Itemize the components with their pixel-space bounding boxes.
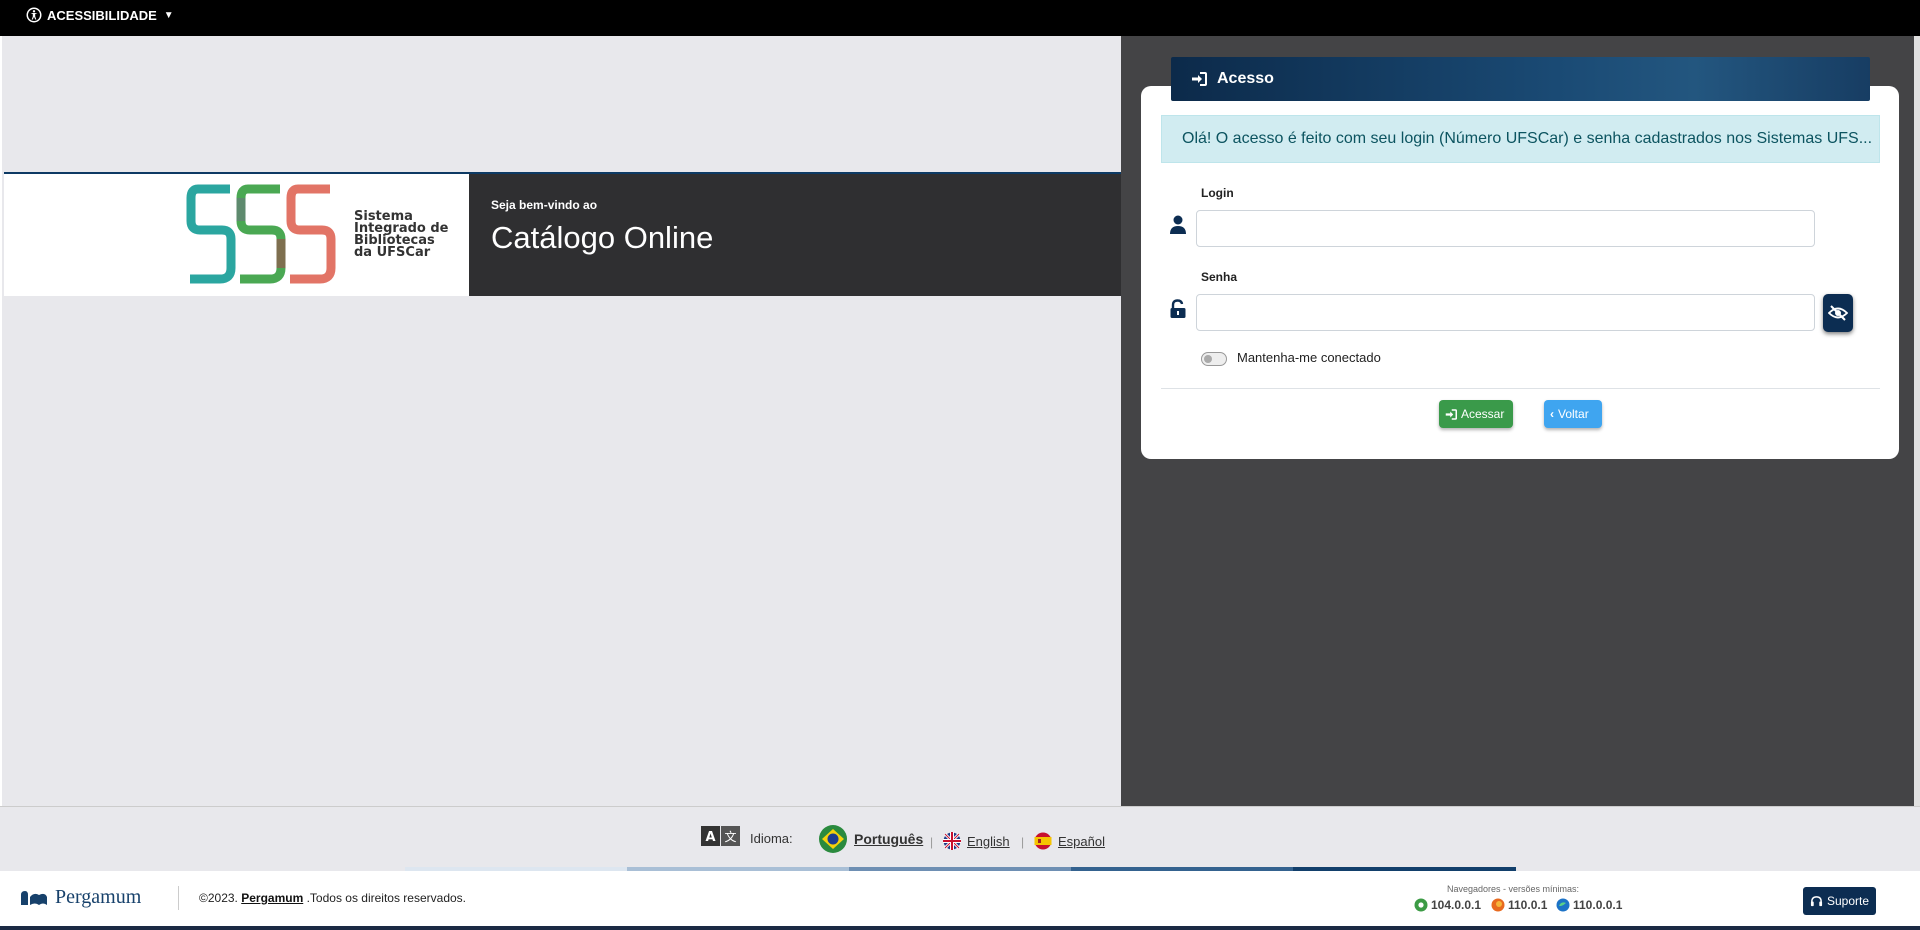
sibi-logo-icon [186, 184, 336, 284]
remember-me-label: Mantenha-me conectado [1237, 350, 1381, 365]
submit-login-button[interactable]: Acessar [1439, 400, 1513, 428]
pergamum-link[interactable]: Pergamum [241, 891, 303, 905]
welcome-text: Seja bem-vindo ao [491, 198, 598, 212]
svg-text:文: 文 [724, 829, 736, 844]
submit-login-label: Acessar [1461, 407, 1505, 421]
back-label: Voltar [1558, 407, 1589, 421]
password-input[interactable] [1196, 294, 1815, 331]
accessibility-icon [26, 7, 42, 23]
hero-banner: Sistema Integrado de Bibliotecas da UFSC… [4, 172, 1123, 296]
page-title: Catálogo Online [491, 220, 714, 255]
language-label: Idioma: [750, 831, 793, 846]
login-card-header: Acesso [1171, 57, 1870, 101]
browsers-title: Navegadores - versões mínimas: [1447, 884, 1580, 894]
language-option-label: Español [1058, 833, 1105, 849]
language-option-portugues[interactable]: Português [818, 824, 923, 854]
chrome-icon [1414, 898, 1428, 912]
os-taskbar [0, 926, 1920, 930]
language-option-label: Português [854, 831, 924, 847]
scrollbar[interactable] [1914, 36, 1920, 806]
chevron-down-icon: ▼ [163, 9, 174, 21]
login-input[interactable] [1196, 210, 1815, 247]
browser-chrome: 104.0.0.1 [1414, 898, 1481, 912]
chevron-left-icon: ‹ [1550, 407, 1554, 421]
pergamum-logo-icon [21, 890, 47, 905]
browser-firefox: 110.0.1 [1491, 898, 1547, 912]
flag-brazil-icon [819, 825, 847, 853]
unlock-icon [1170, 299, 1186, 318]
sign-in-icon [1445, 408, 1457, 420]
support-button[interactable]: Suporte [1803, 887, 1876, 915]
password-label: Senha [1201, 270, 1238, 284]
accessibility-menu-button[interactable]: ACESSIBILIDADE ▼ [26, 7, 174, 23]
flag-spain-icon [1034, 832, 1052, 850]
hero-title-block: Seja bem-vindo ao Catálogo Online [469, 174, 1123, 296]
back-button[interactable]: ‹ Voltar [1544, 400, 1602, 428]
language-option-espanol[interactable]: Español [1034, 832, 1105, 850]
toggle-password-visibility-button[interactable] [1823, 294, 1853, 332]
eye-slash-icon [1828, 305, 1848, 321]
left-panel: Sistema Integrado de Bibliotecas da UFSC… [0, 36, 1123, 806]
headset-icon [1810, 895, 1823, 906]
edge-icon [1556, 898, 1570, 912]
login-info-alert: Olá! O acesso é feito com seu login (Núm… [1161, 115, 1880, 163]
browser-edge: 110.0.0.1 [1556, 898, 1622, 912]
remember-me-toggle[interactable] [1201, 352, 1227, 366]
svg-text:A: A [705, 830, 715, 845]
language-separator: | [930, 835, 934, 849]
login-label: Login [1201, 186, 1234, 200]
pergamum-logo[interactable]: Pergamum [19, 886, 141, 909]
form-divider [1161, 388, 1880, 389]
library-logo: Sistema Integrado de Bibliotecas da UFSC… [4, 174, 469, 296]
login-card-title: Acesso [1217, 70, 1274, 87]
toggle-knob [1204, 355, 1212, 363]
translate-icon: A 文 [701, 826, 740, 846]
firefox-icon [1491, 898, 1505, 912]
accessibility-label: ACESSIBILIDADE [47, 7, 157, 23]
flag-uk-icon [943, 832, 961, 850]
pergamum-brand: Pergamum [55, 886, 142, 908]
sign-in-icon [1192, 72, 1207, 86]
top-bar: ACESSIBILIDADE ▼ [0, 0, 1920, 36]
copyright-text: ©2023. Pergamum .Todos os direitos reser… [199, 891, 467, 905]
user-icon [1170, 215, 1186, 234]
language-option-label: English [967, 833, 1010, 849]
footer-divider [178, 886, 179, 910]
logo-text: Sistema Integrado de Bibliotecas da UFSC… [354, 209, 449, 260]
language-separator: | [1021, 835, 1025, 849]
support-label: Suporte [1826, 894, 1870, 908]
language-option-english[interactable]: English [943, 832, 1010, 850]
